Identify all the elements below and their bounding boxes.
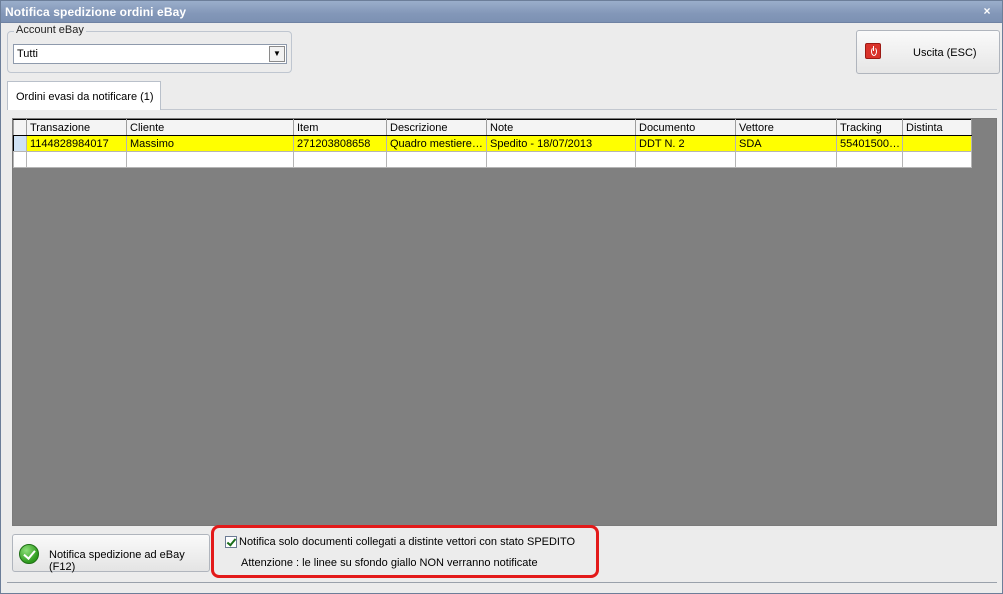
row-indicator[interactable] <box>13 151 27 168</box>
cell-note[interactable]: Spedito - 18/07/2013 <box>486 135 636 152</box>
notify-ebay-button-label: Notifica spedizione ad eBay (F12) <box>49 549 185 573</box>
cell-vettore[interactable]: SDA <box>735 135 837 152</box>
empty-cell[interactable] <box>836 151 903 168</box>
bottom-divider <box>7 582 997 583</box>
cell-transazione[interactable]: 1144828984017 <box>26 135 127 152</box>
grid-header-row: Transazione Cliente Item Descrizione Not… <box>13 119 972 136</box>
new-row[interactable] <box>13 151 972 168</box>
cell-item[interactable]: 271203808658 <box>293 135 387 152</box>
cell-documento[interactable]: DDT N. 2 <box>635 135 736 152</box>
exit-button[interactable]: Uscita (ESC) <box>856 30 1000 74</box>
column-header-item[interactable]: Item <box>293 119 387 136</box>
cell-tracking[interactable]: 55401500… <box>836 135 903 152</box>
empty-cell[interactable] <box>486 151 636 168</box>
cell-cliente[interactable]: Massimo <box>126 135 294 152</box>
row-indicator[interactable] <box>13 135 27 152</box>
empty-cell[interactable] <box>735 151 837 168</box>
cell-descrizione[interactable]: Quadro mestiere… <box>386 135 487 152</box>
empty-cell[interactable] <box>126 151 294 168</box>
shipped-only-checkbox-label[interactable]: Notifica solo documenti collegati a dist… <box>239 536 575 548</box>
column-header-note[interactable]: Note <box>486 119 636 136</box>
chevron-down-icon[interactable]: ▼ <box>269 46 285 62</box>
tab-ordini-evasi[interactable]: Ordini evasi da notificare (1) <box>7 81 161 110</box>
window-title: Notifica spedizione ordini eBay <box>5 5 187 19</box>
account-legend: Account eBay <box>14 24 86 36</box>
account-select-value: Tutti <box>17 48 38 60</box>
row-indicator-header <box>13 119 27 136</box>
orders-grid: Transazione Cliente Item Descrizione Not… <box>13 119 972 168</box>
empty-cell[interactable] <box>902 151 972 168</box>
column-header-vettore[interactable]: Vettore <box>735 119 837 136</box>
column-header-distinta[interactable]: Distinta <box>902 119 972 136</box>
yellow-rows-warning: Attenzione : le linee su sfondo giallo N… <box>241 557 538 569</box>
green-check-icon <box>19 544 39 564</box>
column-header-tracking[interactable]: Tracking <box>836 119 903 136</box>
table-row[interactable]: 1144828984017 Massimo 271203808658 Quadr… <box>13 135 972 152</box>
exit-button-label: Uscita (ESC) <box>913 47 977 59</box>
title-bar: Notifica spedizione ordini eBay × <box>1 1 1002 23</box>
account-group: Account eBay Tutti ▼ <box>7 24 292 73</box>
cell-distinta[interactable] <box>902 135 972 152</box>
empty-cell[interactable] <box>293 151 387 168</box>
column-header-cliente[interactable]: Cliente <box>126 119 294 136</box>
empty-cell[interactable] <box>386 151 487 168</box>
column-header-documento[interactable]: Documento <box>635 119 736 136</box>
power-icon <box>865 43 881 59</box>
column-header-transazione[interactable]: Transazione <box>26 119 127 136</box>
main-window: Notifica spedizione ordini eBay × Accoun… <box>0 0 1003 594</box>
notify-ebay-button[interactable]: Notifica spedizione ad eBay (F12) <box>12 534 210 573</box>
account-select[interactable]: Tutti ▼ <box>13 44 287 64</box>
orders-grid-panel: Transazione Cliente Item Descrizione Not… <box>12 118 997 526</box>
empty-cell[interactable] <box>635 151 736 168</box>
tab-label: Ordini evasi da notificare (1) <box>16 91 154 103</box>
close-icon[interactable]: × <box>980 4 994 18</box>
empty-cell[interactable] <box>26 151 127 168</box>
notice-box: Notifica solo documenti collegati a dist… <box>211 525 599 578</box>
shipped-only-checkbox[interactable] <box>225 536 237 548</box>
column-header-descrizione[interactable]: Descrizione <box>386 119 487 136</box>
